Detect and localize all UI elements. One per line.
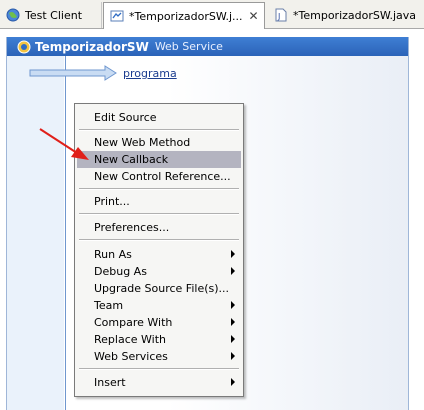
annotation-arrow-icon: [39, 128, 89, 160]
menu-item-label: Print...: [94, 195, 130, 208]
menu-item-new-web-method[interactable]: New Web Method: [77, 134, 241, 151]
menu-item-label: Web Services: [94, 350, 168, 363]
tab-label: *TemporizadorSW.java: [293, 8, 417, 22]
tab-test-client[interactable]: Test Client: [0, 2, 102, 28]
menu-item-label: Run As: [94, 248, 132, 261]
menu-item-label: Insert: [94, 376, 126, 389]
menu-item-preferences[interactable]: Preferences...: [77, 219, 241, 236]
tab-temporizador-jws[interactable]: *TemporizadorSW.j... ✕: [103, 2, 265, 29]
svg-text:J: J: [277, 12, 280, 21]
menu-item-insert[interactable]: Insert: [77, 374, 241, 391]
java-file-icon: J: [275, 8, 287, 22]
menu-item-label: New Control Reference...: [94, 170, 231, 183]
submenu-arrow-icon: [231, 250, 235, 258]
menu-separator: [79, 188, 239, 190]
menu-item-compare-with[interactable]: Compare With: [77, 314, 241, 331]
submenu-arrow-icon: [231, 318, 235, 326]
submenu-arrow-icon: [231, 335, 235, 343]
web-service-header: TemporizadorSW Web Service: [7, 37, 408, 56]
menu-item-replace-with[interactable]: Replace With: [77, 331, 241, 348]
editor-tab-bar: Test Client *TemporizadorSW.j... ✕ J *Te…: [0, 0, 424, 29]
menu-item-label: New Callback: [94, 153, 169, 166]
menu-item-label: Replace With: [94, 333, 166, 346]
menu-item-run-as[interactable]: Run As: [77, 246, 241, 263]
service-boundary-line: [65, 56, 66, 410]
submenu-arrow-icon: [231, 378, 235, 386]
submenu-arrow-icon: [231, 267, 235, 275]
tab-label: *TemporizadorSW.j...: [129, 9, 243, 23]
menu-item-label: Preferences...: [94, 221, 170, 234]
submenu-arrow-icon: [231, 301, 235, 309]
tab-temporizador-java[interactable]: J *TemporizadorSW.java: [268, 2, 424, 28]
menu-separator: [79, 129, 239, 131]
menu-item-print[interactable]: Print...: [77, 193, 241, 210]
globe-icon: [6, 8, 20, 22]
submenu-arrow-icon: [231, 352, 235, 360]
menu-item-debug-as[interactable]: Debug As: [77, 263, 241, 280]
menu-separator: [79, 239, 239, 241]
menu-item-web-services[interactable]: Web Services: [77, 348, 241, 365]
operation-link-programa[interactable]: programa: [123, 67, 177, 80]
menu-item-team[interactable]: Team: [77, 297, 241, 314]
menu-item-label: Compare With: [94, 316, 173, 329]
menu-item-label: Team: [94, 299, 124, 312]
menu-item-label: Upgrade Source File(s)...: [94, 282, 230, 295]
menu-item-label: Debug As: [94, 265, 147, 278]
operation-arrow-icon[interactable]: [29, 65, 117, 81]
menu-separator: [79, 368, 239, 370]
menu-separator: [79, 213, 239, 215]
menu-item-edit-source[interactable]: Edit Source: [77, 109, 241, 126]
close-icon[interactable]: ✕: [249, 9, 259, 23]
menu-item-label: New Web Method: [94, 136, 191, 149]
menu-item-upgrade-source-files[interactable]: Upgrade Source File(s)...: [77, 280, 241, 297]
web-service-type: Web Service: [154, 40, 223, 53]
client-strip: [7, 56, 64, 410]
tab-label: Test Client: [25, 8, 83, 22]
menu-item-new-control-reference[interactable]: New Control Reference...: [77, 168, 241, 185]
menu-item-label: Edit Source: [94, 111, 157, 124]
web-service-icon: [17, 40, 31, 53]
web-service-file-icon: [110, 10, 124, 22]
menu-item-new-callback[interactable]: New Callback: [77, 151, 241, 168]
context-menu: Edit Source New Web Method New Callback …: [74, 103, 244, 397]
web-service-name: TemporizadorSW: [35, 39, 149, 54]
